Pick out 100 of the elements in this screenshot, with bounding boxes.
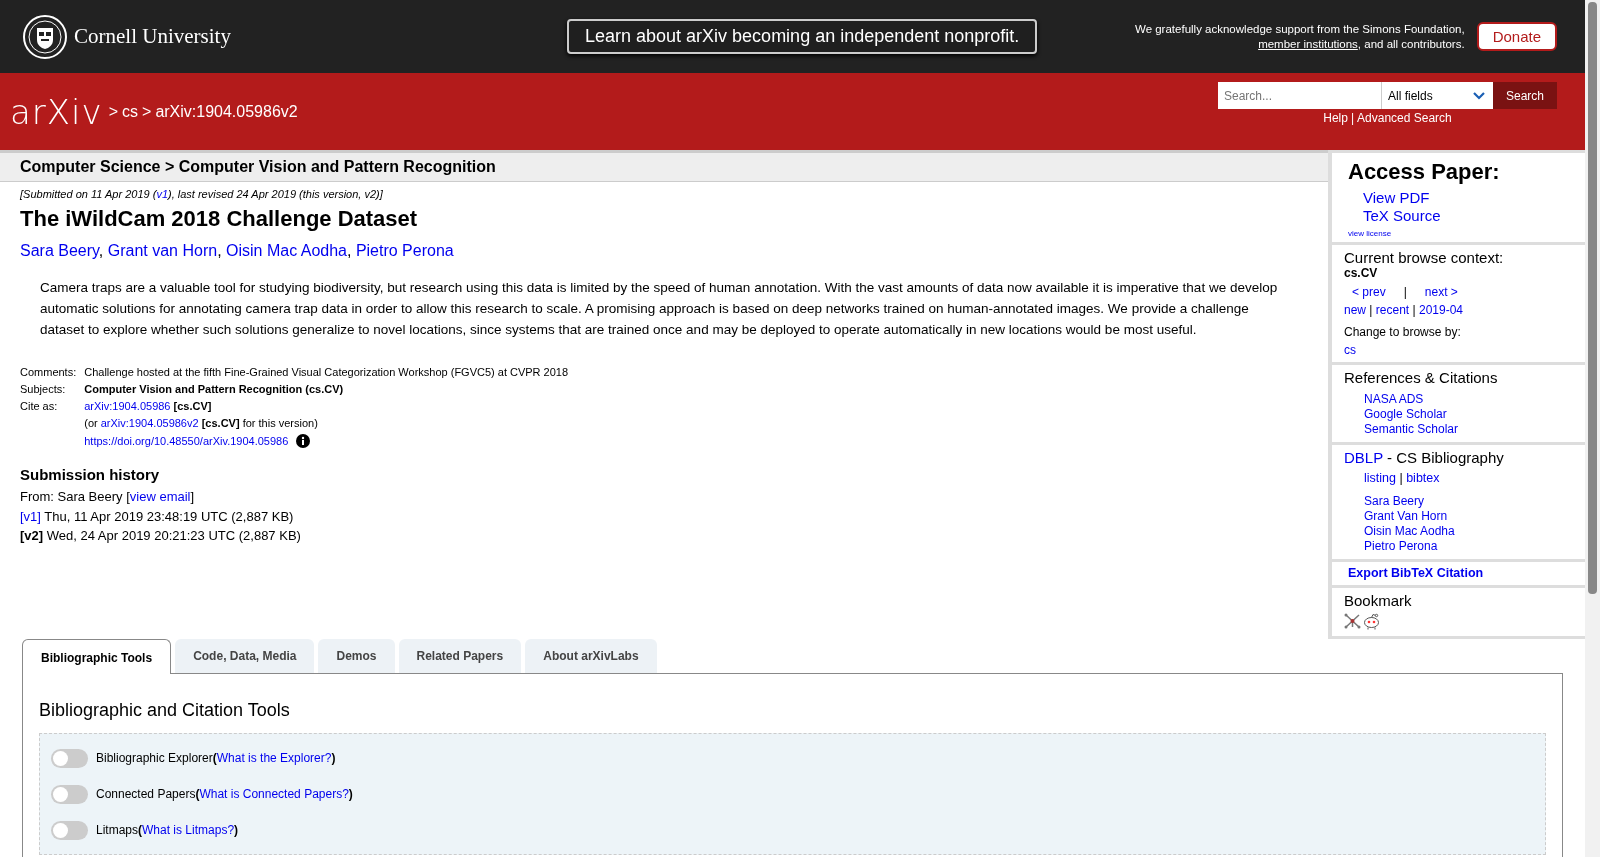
browse-link[interactable]: new (1344, 303, 1366, 317)
network-icon[interactable] (1344, 613, 1361, 629)
parenthesis: ( (138, 823, 143, 837)
toggle-switch[interactable] (51, 748, 88, 768)
toggle-switch[interactable] (51, 784, 88, 804)
subjects-text: Computer Vision and Pattern Recognition (cs.CV) (84, 382, 345, 396)
reference-link[interactable]: NASA ADS (1364, 392, 1459, 407)
help-link[interactable]: What is the Explorer? (216, 751, 332, 765)
help-link[interactable]: Help (1323, 111, 1348, 125)
link-divider: | (1368, 303, 1374, 317)
link-divider: | (1398, 471, 1404, 486)
search-field[interactable]: Search... (1218, 82, 1381, 109)
dblp-link[interactable]: bibtex (1406, 471, 1440, 486)
sidebar-heading: - CS Bibliography (1386, 449, 1504, 466)
version-label: [v2] (20, 528, 44, 543)
license-link[interactable]: view license (1348, 229, 1392, 238)
citation-link[interactable]: arXiv:1904.05986v2 (100, 417, 199, 429)
tab[interactable]: Bibliographic Tools (22, 639, 172, 674)
tool-label: Bibliographic Explorer (96, 751, 213, 765)
version-link[interactable]: v1 (156, 188, 168, 200)
parenthesis: ( (195, 787, 200, 801)
comma: , (217, 242, 223, 259)
parenthesis: ) (234, 823, 239, 837)
category-tag: [cs.CV] (173, 400, 212, 412)
metadata-label: Cite as: (20, 399, 59, 413)
tool-label: Litmaps (96, 823, 139, 837)
parenthesis: ) (331, 751, 336, 765)
parenthesis: ( (212, 751, 217, 765)
link-divider: | (1403, 285, 1407, 299)
alien-mascot-icon[interactable] (1363, 613, 1380, 630)
search-button[interactable]: Search (1493, 82, 1557, 109)
breadcrumb-separator: > (142, 102, 152, 121)
help-link[interactable]: What is Connected Papers? (199, 787, 349, 801)
next-link[interactable]: next > (1424, 285, 1458, 299)
tool-label: Connected Papers (96, 787, 196, 801)
sidebar-heading: Access Paper: (1348, 159, 1500, 185)
author-link[interactable]: Pietro Perona (355, 242, 454, 259)
submitter-text: From: Sara Beery [view email] (20, 488, 196, 506)
nonprofit-banner-button[interactable]: Learn about arXiv becoming an independent nonprofit. (567, 19, 1038, 54)
browse-context: cs.CV (1344, 266, 1378, 280)
sidebar-heading: Current browse context: (1344, 249, 1504, 266)
version-citation-text: (or arXiv:1904.05986v2 [cs.CV] for this version) (84, 417, 318, 429)
sidebar-heading: Bookmark (1344, 592, 1412, 609)
download-link[interactable]: View PDF (1363, 189, 1430, 207)
donate-button[interactable]: Donate (1476, 22, 1557, 51)
comma: , (347, 242, 353, 259)
breadcrumb-link[interactable]: arXiv:1904.05986v2 (155, 102, 298, 121)
section-heading: Bibliographic and Citation Tools (39, 700, 291, 721)
browse-by-label: Change to browse by: (1344, 325, 1461, 339)
version-details: Wed, 24 Apr 2019 20:21:23 UTC (2,887 KB) (46, 528, 301, 543)
dblp-link[interactable]: DBLP (1344, 449, 1383, 466)
section-heading: Submission history (20, 466, 161, 483)
help-link[interactable]: Advanced Search (1357, 111, 1452, 125)
dblp-link[interactable]: listing (1364, 471, 1396, 486)
tab[interactable]: About arXivLabs (525, 639, 657, 673)
paper-title: The iWildCam 2018 Challenge Dataset (20, 206, 419, 232)
version-link[interactable]: [v1] (20, 508, 41, 524)
author-link[interactable]: Pietro Perona (1364, 539, 1455, 554)
metadata-label: Comments: (20, 365, 78, 379)
breadcrumb-separator: > (108, 102, 119, 121)
tab[interactable]: Code, Data, Media (175, 639, 315, 673)
download-link[interactable]: TeX Source (1363, 207, 1441, 225)
help-link[interactable]: What is Litmaps? (142, 823, 235, 837)
link-divider: | (1411, 303, 1417, 317)
metadata-label: Subjects: (20, 382, 67, 396)
scrollbar[interactable] (1585, 0, 1600, 857)
link-divider: | (1350, 111, 1355, 125)
export-citation-link[interactable]: Export BibTeX Citation (1348, 566, 1484, 580)
prev-link[interactable]: < prev (1352, 285, 1386, 299)
author-link[interactable]: Oisin Mac Aodha (226, 242, 347, 259)
doi-link[interactable]: https://doi.org/10.48550/arXiv.1904.05986 (84, 435, 289, 447)
category-header: Computer Science > Computer Vision and Pattern Recognition (0, 150, 1328, 182)
field-select[interactable]: All fields (1381, 82, 1493, 109)
browse-link[interactable]: 2019-04 (1418, 303, 1463, 317)
citation-link[interactable]: arXiv:1904.05986 (84, 400, 171, 412)
reference-link[interactable]: Semantic Scholar (1364, 422, 1459, 437)
support-text: We gratefully acknowledge support from the Simons Foundation, member institutions, and all contributors. (1134, 21, 1465, 52)
version-details: Thu, 11 Apr 2019 23:48:19 UTC (2,887 KB) (44, 508, 294, 524)
tab[interactable]: Demos (318, 639, 395, 673)
author-link[interactable]: Grant van Horn (107, 242, 218, 259)
parenthesis: ) (348, 787, 353, 801)
browse-link[interactable]: recent (1375, 303, 1410, 317)
university-name[interactable]: Cornell University (74, 24, 231, 49)
tab[interactable]: Related Papers (398, 639, 522, 673)
arxiv-logo[interactable]: arXiv (10, 91, 103, 132)
reference-link[interactable]: Google Scholar (1364, 407, 1459, 422)
author-link[interactable]: Sara Beery (20, 242, 99, 259)
author-link[interactable]: Oisin Mac Aodha (1364, 524, 1455, 539)
author-link[interactable]: Sara Beery (1364, 494, 1455, 509)
toggle-switch[interactable] (51, 820, 88, 840)
breadcrumb-link[interactable]: cs (122, 102, 139, 121)
author-link[interactable]: Grant Van Horn (1364, 509, 1455, 524)
chevron-down-icon (1473, 91, 1485, 100)
info-icon[interactable] (296, 434, 311, 448)
member-institutions-link[interactable]: member institutions (1258, 37, 1358, 50)
browse-link[interactable]: cs (1344, 343, 1356, 357)
university-seal-icon (22, 13, 68, 60)
comments-text: Challenge hosted at the fifth Fine-Grained Visual Categorization Workshop (FGVC5) at CVPR 2018 (84, 365, 570, 379)
sidebar-heading: References & Citations (1344, 369, 1498, 386)
abstract-text: Camera traps are a valuable tool for studying biodiversity, but research using this data is limited by the speed of human annotation. With the vast amounts of data now available it is imperative that we develop automatic solutions for annotating camera trap data in order to allow this research to scale. A promising approach is based on deep networks trained on human-annotated images. We provide a challenge dataset to explore whether such solutions generalize to novel locations, since systems that are trained once and may be deployed to operate automatically in new locations would be most useful. (40, 279, 1279, 339)
